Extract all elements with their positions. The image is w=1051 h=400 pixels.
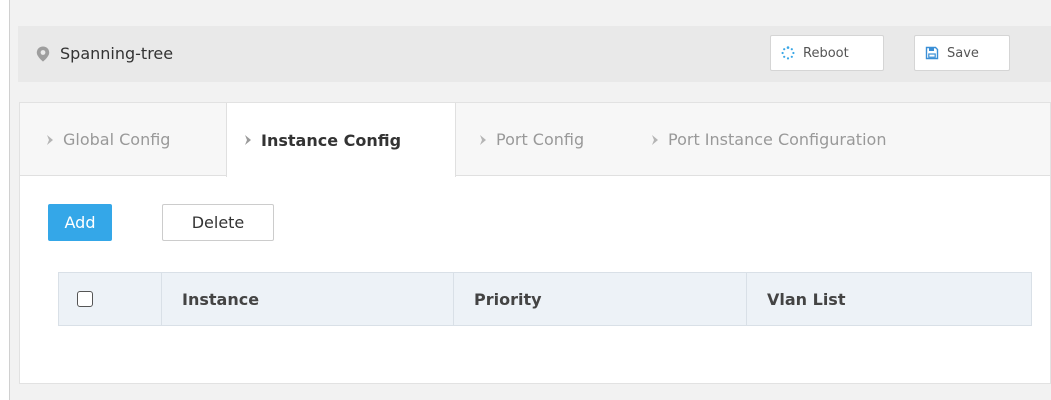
- tab-port-instance-configuration[interactable]: Port Instance Configuration: [650, 103, 886, 176]
- delete-button[interactable]: Delete: [162, 204, 274, 241]
- save-button[interactable]: Save: [914, 35, 1010, 71]
- page-header: Spanning-tree Reboot Save: [18, 26, 1051, 82]
- chevron-right-icon: [652, 134, 658, 145]
- left-border: [0, 0, 10, 400]
- content-panel: Global Config Instance Config Port Confi…: [19, 102, 1051, 384]
- chevron-right-icon: [47, 134, 53, 145]
- save-label: Save: [947, 45, 979, 61]
- column-header-vlan-list[interactable]: Vlan List: [747, 273, 1031, 325]
- app-frame: Spanning-tree Reboot Save Global Config …: [10, 0, 1051, 400]
- tab-instance-config[interactable]: Instance Config: [226, 103, 456, 177]
- chevron-right-icon: [480, 134, 486, 145]
- tab-global-config[interactable]: Global Config: [45, 103, 170, 176]
- page-title: Spanning-tree: [60, 44, 174, 63]
- reboot-button[interactable]: Reboot: [770, 35, 884, 71]
- select-all-checkbox[interactable]: [77, 291, 93, 307]
- tab-bar: Global Config Instance Config Port Confi…: [20, 103, 1050, 177]
- add-button[interactable]: Add: [48, 204, 112, 241]
- tab-label: Port Instance Configuration: [668, 130, 887, 149]
- floppy-disk-icon: [925, 46, 939, 60]
- select-all-cell: [59, 273, 162, 325]
- column-header-instance[interactable]: Instance: [162, 273, 454, 325]
- tab-label: Port Config: [496, 130, 585, 149]
- tab-label: Global Config: [63, 130, 171, 149]
- instance-table-header: Instance Priority Vlan List: [58, 272, 1032, 326]
- reboot-label: Reboot: [803, 45, 849, 61]
- column-header-priority[interactable]: Priority: [454, 273, 747, 325]
- tab-label: Instance Config: [261, 130, 402, 150]
- chevron-right-icon: [245, 135, 251, 145]
- location-pin-icon: [36, 46, 50, 62]
- spinner-icon: [781, 46, 795, 60]
- tab-port-config[interactable]: Port Config: [478, 103, 584, 176]
